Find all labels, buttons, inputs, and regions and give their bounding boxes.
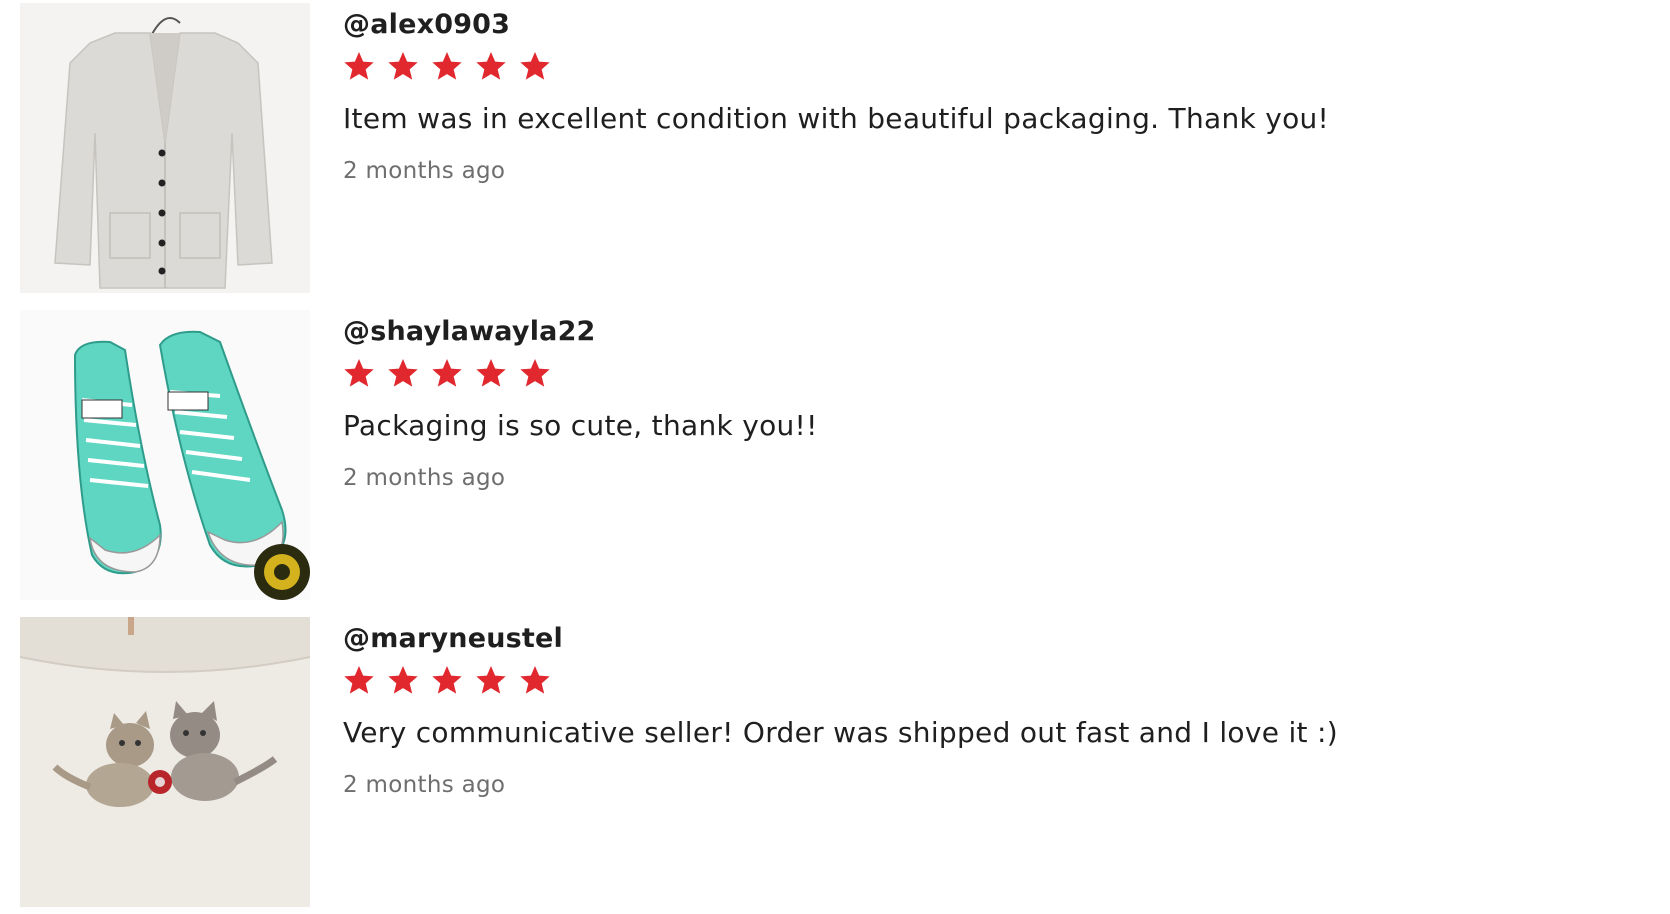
cardigan-photo [20, 3, 310, 293]
review-thumbnail-sneakers[interactable] [20, 310, 310, 600]
star-icon [387, 664, 419, 696]
reviews-list: @alex0903 Item was in excellent conditio… [0, 0, 1670, 914]
star-rating [343, 49, 1593, 83]
star-icon [519, 50, 551, 82]
star-icon [343, 357, 375, 389]
review-content: @maryneustel Very communicative seller! … [343, 617, 1593, 800]
review-timestamp: 2 months ago [343, 772, 506, 798]
review-comment: Packaging is so cute, thank you!! [343, 409, 818, 442]
review-username[interactable]: @maryneustel [343, 621, 1593, 657]
star-icon [387, 50, 419, 82]
star-icon [431, 50, 463, 82]
star-icon [519, 664, 551, 696]
review-timestamp: 2 months ago [343, 465, 506, 491]
review-timestamp: 2 months ago [343, 158, 506, 184]
star-icon [519, 357, 551, 389]
review-username[interactable]: @alex0903 [343, 7, 1593, 43]
star-icon [431, 357, 463, 389]
star-icon [343, 50, 375, 82]
review-thumbnail-cardigan[interactable] [20, 3, 310, 293]
sneakers-photo [20, 310, 310, 600]
review-item: @alex0903 Item was in excellent conditio… [20, 3, 1620, 293]
star-icon [431, 664, 463, 696]
star-rating [343, 663, 1593, 697]
star-icon [475, 50, 507, 82]
review-username[interactable]: @shaylawayla22 [343, 314, 1593, 350]
review-content: @shaylawayla22 Packaging is so cute, tha… [343, 310, 1593, 493]
star-icon [387, 357, 419, 389]
review-thumbnail-kittens-shirt[interactable] [20, 617, 310, 907]
star-icon [475, 664, 507, 696]
review-content: @alex0903 Item was in excellent conditio… [343, 3, 1593, 186]
review-item: @shaylawayla22 Packaging is so cute, tha… [20, 310, 1620, 600]
star-rating [343, 356, 1593, 390]
review-comment: Very communicative seller! Order was shi… [343, 716, 1338, 749]
star-icon [343, 664, 375, 696]
review-comment: Item was in excellent condition with bea… [343, 102, 1330, 135]
kittens-shirt-photo [20, 617, 310, 907]
star-icon [475, 357, 507, 389]
review-item: @maryneustel Very communicative seller! … [20, 617, 1620, 907]
